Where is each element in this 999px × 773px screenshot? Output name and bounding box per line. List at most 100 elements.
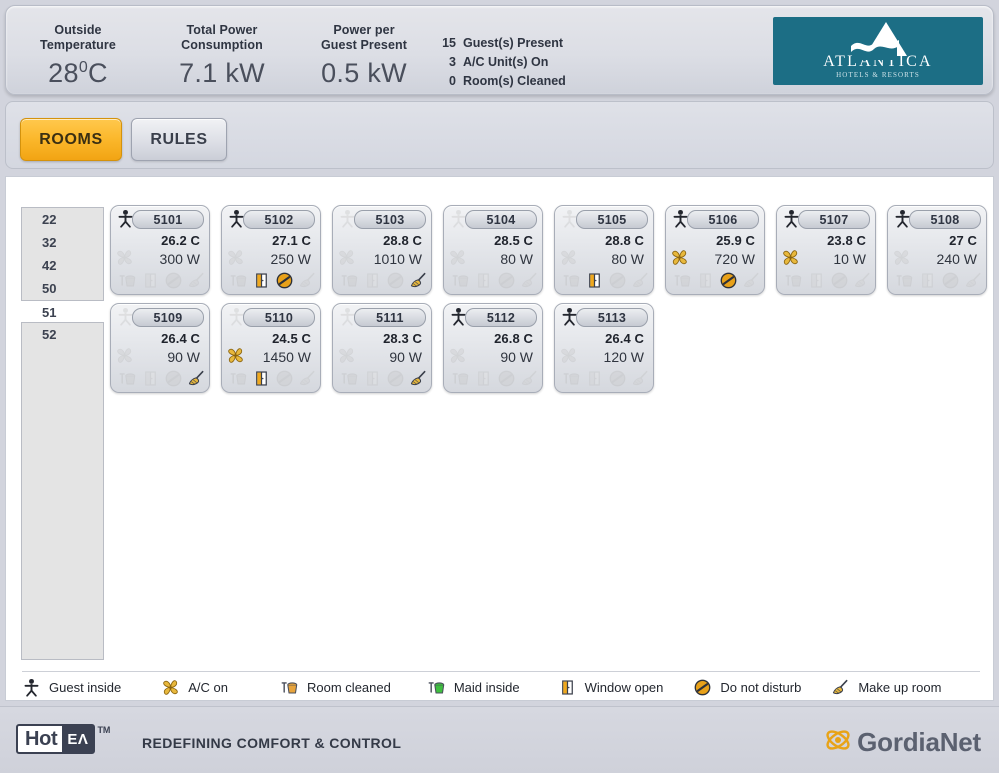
- room-card-5106[interactable]: 5106 25.9 C 720 W: [665, 205, 765, 295]
- room-card-top: 5103: [337, 210, 426, 230]
- room-power: 90 W: [167, 349, 200, 365]
- room-card-5107[interactable]: 5107 23.8 C 10 W: [776, 205, 876, 295]
- ac-on-icon: [161, 678, 180, 697]
- legend-label: Room cleaned: [307, 679, 391, 695]
- window-open-icon: [922, 272, 933, 288]
- do-not-disturb-icon: [276, 370, 293, 386]
- room-cleaned-icon: [674, 274, 691, 287]
- legend-label: A/C on: [188, 679, 229, 695]
- window-open-icon: [811, 272, 822, 288]
- room-card-top: 5106: [670, 210, 759, 230]
- ac-on-icon: [163, 679, 179, 695]
- floor-list[interactable]: 22 32 42 50 51 52: [21, 207, 104, 660]
- ac-on-icon: [561, 250, 576, 265]
- room-card-5102[interactable]: 5102 27.1 C 250 W: [221, 205, 321, 295]
- floor-item-51[interactable]: 51: [21, 300, 104, 323]
- room-clean-status: [562, 271, 581, 290]
- hotel-room-dashboard: Outside Temperature 280C Total Power Con…: [0, 0, 999, 773]
- room-card-top: 5113: [559, 308, 648, 328]
- gordianet-knot-icon: [823, 726, 853, 759]
- room-clean-status: [229, 369, 248, 388]
- room-dnd-status: [497, 369, 516, 388]
- window-open-icon: [367, 272, 378, 288]
- tab-rules[interactable]: RULES: [131, 118, 227, 161]
- room-clean-status: [118, 369, 137, 388]
- room-cleaned-icon: [896, 274, 913, 287]
- room-cleaned-icon: [230, 372, 247, 385]
- room-card-5109[interactable]: 5109 26.4 C 90 W: [110, 303, 210, 393]
- footer-bar: Hot ΕΛ TM REDEFINING COMFORT & CONTROL G…: [0, 706, 999, 773]
- room-temperature: 25.9 C: [716, 233, 755, 248]
- legend-item-guest-inside: Guest inside: [22, 678, 121, 697]
- floor-item-32[interactable]: 32: [22, 231, 103, 254]
- floor-item-42[interactable]: 42: [22, 254, 103, 277]
- guest-inside-icon: [22, 678, 41, 697]
- room-number-badge: 5105: [576, 210, 648, 229]
- room-window-status: [474, 369, 493, 388]
- room-clean-status: [118, 271, 137, 290]
- room-temperature: 23.8 C: [827, 233, 866, 248]
- room-card-top: 5105: [559, 210, 648, 230]
- room-temperature: 26.4 C: [161, 331, 200, 346]
- room-window-status: [474, 271, 493, 290]
- room-cleaned-icon: [281, 681, 298, 694]
- room-dnd-status: [608, 369, 627, 388]
- room-status-icons: [451, 368, 539, 388]
- room-ac-indicator: [448, 346, 467, 365]
- brand-subtitle: HOTELS & RESORTS: [836, 71, 920, 79]
- room-cleaned-icon: [452, 274, 469, 287]
- make-up-room-icon: [521, 272, 537, 287]
- tab-rooms[interactable]: ROOMS: [20, 118, 122, 161]
- room-temperature: 26.2 C: [161, 233, 200, 248]
- floor-item-50[interactable]: 50: [22, 277, 103, 300]
- legend-label: Make up room: [858, 679, 942, 695]
- window-open-icon: [700, 272, 711, 288]
- room-grid: 5101 26.2 C 300 W 5102 27.1 C 250 W 5103…: [110, 205, 988, 393]
- room-card-5108[interactable]: 5108 27 C 240 W: [887, 205, 987, 295]
- room-ac-indicator: [781, 248, 800, 267]
- ac-on-icon: [450, 348, 465, 363]
- room-window-status: [807, 271, 826, 290]
- room-card-5101[interactable]: 5101 26.2 C 300 W: [110, 205, 210, 295]
- room-clean-status: [229, 271, 248, 290]
- legend-label: Guest inside: [49, 679, 122, 695]
- room-card-5104[interactable]: 5104 28.5 C 80 W: [443, 205, 543, 295]
- room-power: 720 W: [714, 251, 755, 267]
- room-ac-indicator: [115, 248, 134, 267]
- room-power: 90 W: [500, 349, 533, 365]
- room-power: 250 W: [270, 251, 311, 267]
- room-card-5110[interactable]: 5110 24.5 C 1450 W: [221, 303, 321, 393]
- window-open-icon: [478, 370, 489, 386]
- do-not-disturb-icon: [498, 272, 515, 288]
- do-not-disturb-icon: [498, 370, 515, 386]
- room-dnd-status: [608, 271, 627, 290]
- room-card-5112[interactable]: 5112 26.8 C 90 W: [443, 303, 543, 393]
- room-cleaned-icon: [452, 372, 469, 385]
- room-card-5103[interactable]: 5103 28.8 C 1010 W: [332, 205, 432, 295]
- counter-number: 15: [442, 36, 456, 50]
- do-not-disturb-icon: [387, 370, 404, 386]
- room-cleaned-icon: [119, 372, 136, 385]
- make-up-room-icon: [833, 679, 848, 694]
- room-card-5111[interactable]: 5111 28.3 C 90 W: [332, 303, 432, 393]
- room-cleaned-icon: [119, 274, 136, 287]
- kpi-label: Outside Temperature: [11, 23, 145, 53]
- maid-inside-icon: [427, 678, 446, 697]
- room-window-status: [585, 369, 604, 388]
- floor-item-22[interactable]: 22: [22, 208, 103, 231]
- room-dnd-status: [275, 271, 294, 290]
- window-open-icon: [561, 679, 573, 695]
- do-not-disturb-icon: [609, 272, 626, 288]
- room-ac-indicator: [337, 346, 356, 365]
- room-number-badge: 5107: [798, 210, 870, 229]
- room-card-5105[interactable]: 5105 28.8 C 80 W: [554, 205, 654, 295]
- logo-el-text: ΕΛ: [62, 726, 94, 752]
- kpi-label-line1: Outside: [54, 23, 102, 37]
- floor-item-52[interactable]: 52: [22, 323, 103, 346]
- logo-box: Hot ΕΛ: [16, 724, 96, 754]
- footer-tagline: REDEFINING COMFORT & CONTROL: [142, 735, 402, 751]
- legend-item-ac-on: A/C on: [161, 678, 228, 697]
- room-dnd-status: [719, 271, 738, 290]
- room-card-5113[interactable]: 5113 26.4 C 120 W: [554, 303, 654, 393]
- window-open-icon: [367, 370, 378, 386]
